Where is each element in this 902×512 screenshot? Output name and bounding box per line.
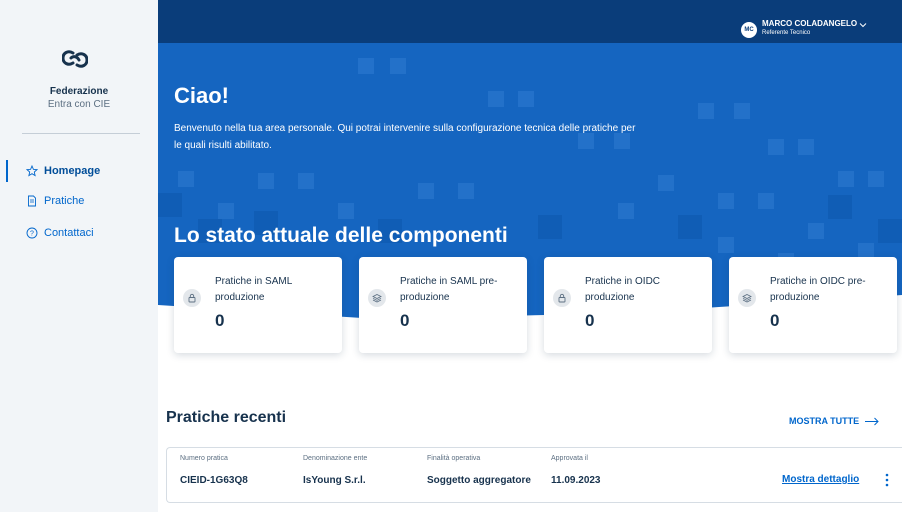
card-label: Pratiche in OIDC produzione xyxy=(585,276,661,303)
chevron-down-icon[interactable] xyxy=(858,20,868,30)
column-header-approvata-il: Approvata il xyxy=(551,455,588,462)
status-card-oidc-production[interactable]: Pratiche in OIDC produzione 0 xyxy=(544,257,712,353)
cell-approvata-il: 11.09.2023 xyxy=(551,475,601,486)
layers-icon xyxy=(368,289,386,307)
card-value: 0 xyxy=(585,311,595,330)
lock-icon xyxy=(183,289,201,307)
brand-title: Federazione xyxy=(49,86,109,97)
status-card-saml-preproduction[interactable]: Pratiche in SAML pre-produzione 0 xyxy=(359,257,527,353)
sidebar-item-pratiche[interactable]: Pratiche xyxy=(0,190,158,212)
user-name[interactable]: MARCO COLADANGELO xyxy=(762,19,857,28)
sidebar: Federazione Entra con CIE Homepage Prati… xyxy=(0,0,158,512)
status-card-saml-production[interactable]: Pratiche in SAML produzione 0 xyxy=(174,257,342,353)
card-value: 0 xyxy=(215,311,225,330)
card-label: Pratiche in SAML pre-produzione xyxy=(400,276,498,303)
components-status-title: Lo stato attuale delle componenti xyxy=(174,224,508,247)
column-header-finalita-operativa: Finalità operativa xyxy=(427,455,481,462)
card-label: Pratiche in SAML produzione xyxy=(215,276,292,303)
card-value: 0 xyxy=(400,311,410,330)
layers-icon xyxy=(738,289,756,307)
cell-numero-pratica: CIEID-1G63Q8 xyxy=(180,475,248,486)
help-circle-icon: ? xyxy=(26,227,38,239)
brand-subtitle: Entra con CIE xyxy=(47,99,111,110)
svg-text:?: ? xyxy=(30,231,34,238)
user-role: Referente Tecnico xyxy=(762,30,811,36)
kebab-menu-icon[interactable] xyxy=(884,472,890,488)
cell-finalita-operativa: Soggetto aggregatore xyxy=(427,475,531,486)
status-card-oidc-preproduction[interactable]: Pratiche in OIDC pre-produzione 0 xyxy=(729,257,897,353)
greeting-title: Ciao! xyxy=(174,83,229,108)
star-icon xyxy=(26,165,38,177)
sidebar-item-homepage[interactable]: Homepage xyxy=(0,160,158,182)
sidebar-item-label: Pratiche xyxy=(44,195,85,207)
sidebar-item-label: Homepage xyxy=(44,165,101,177)
document-icon xyxy=(26,195,38,207)
show-all-link[interactable]: MOSTRA TUTTE xyxy=(789,416,880,426)
column-header-numero-pratica: Numero pratica xyxy=(180,455,228,462)
lock-icon xyxy=(553,289,571,307)
cell-denominazione-ente: IsYoung S.r.l. xyxy=(303,475,366,486)
show-all-label: MOSTRA TUTTE xyxy=(789,416,860,426)
welcome-text: Benvenuto nella tua area personale. Qui … xyxy=(174,123,636,151)
show-detail-link[interactable]: Mostra dettaglio xyxy=(782,474,859,485)
sidebar-item-contattaci[interactable]: ? Contattaci xyxy=(0,222,158,244)
arrow-right-icon xyxy=(865,417,879,425)
federation-logo-icon xyxy=(62,50,88,68)
recent-practices-title: Pratiche recenti xyxy=(166,409,287,426)
user-avatar[interactable]: MC xyxy=(741,22,757,38)
sidebar-divider xyxy=(22,133,140,134)
sidebar-item-label: Contattaci xyxy=(44,227,94,239)
column-header-denominazione-ente: Denominazione ente xyxy=(303,455,368,462)
card-value: 0 xyxy=(770,311,780,330)
card-label: Pratiche in OIDC pre-produzione xyxy=(770,276,866,303)
